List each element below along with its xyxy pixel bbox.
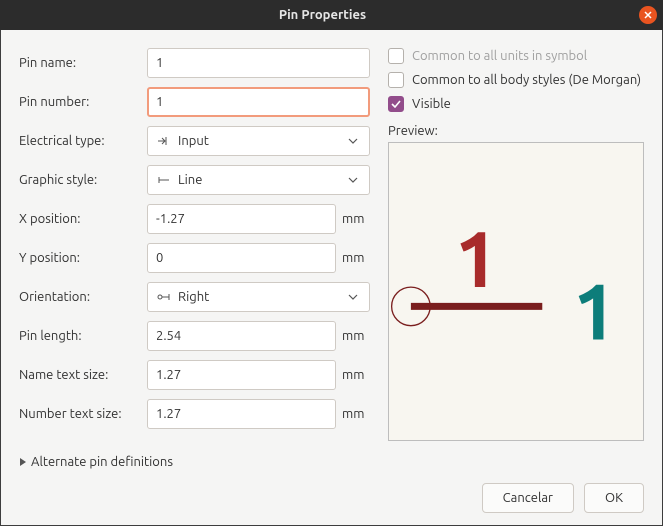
name-text-size-unit: mm	[342, 368, 370, 382]
electrical-type-label: Electrical type:	[19, 134, 141, 148]
close-button[interactable]	[639, 6, 657, 24]
line-style-icon	[156, 174, 172, 186]
graphic-style-label: Graphic style:	[19, 173, 141, 187]
graphic-style-value: Line	[178, 173, 339, 187]
y-position-unit: mm	[342, 251, 370, 265]
y-position-input[interactable]	[147, 243, 336, 273]
pin-number-input[interactable]	[147, 87, 370, 117]
titlebar: Pin Properties	[0, 0, 663, 30]
y-position-label: Y position:	[19, 251, 141, 265]
common-units-label: Common to all units in symbol	[412, 49, 587, 63]
chevron-down-icon	[345, 138, 361, 144]
chevron-down-icon	[345, 294, 361, 300]
number-text-size-unit: mm	[342, 407, 370, 421]
electrical-type-combo[interactable]: Input	[147, 126, 370, 156]
pin-length-input[interactable]	[147, 321, 336, 351]
name-text-size-input[interactable]	[147, 360, 336, 390]
x-position-label: X position:	[19, 212, 141, 226]
x-position-unit: mm	[342, 212, 370, 226]
visible-label: Visible	[412, 97, 451, 111]
pin-name-label: Pin name:	[19, 56, 141, 70]
preview-name: 1	[573, 267, 617, 355]
check-icon	[391, 100, 401, 108]
number-text-size-label: Number text size:	[19, 407, 141, 421]
dialog-content: Pin name: Pin number: Electrical type: I…	[0, 30, 663, 526]
orientation-right-icon	[156, 292, 172, 302]
x-position-input[interactable]	[147, 204, 336, 234]
cancel-button[interactable]: Cancelar	[482, 483, 574, 513]
visible-checkbox[interactable]	[388, 96, 404, 112]
orientation-value: Right	[178, 290, 339, 304]
common-body-label: Common to all body styles (De Morgan)	[412, 73, 641, 87]
window-title: Pin Properties	[6, 8, 639, 22]
common-body-checkbox[interactable]	[388, 72, 404, 88]
triangle-right-icon	[19, 457, 27, 467]
preview-svg: 1 1	[389, 143, 643, 440]
ok-button[interactable]: OK	[584, 483, 644, 513]
dialog-footer: Cancelar OK	[19, 483, 644, 513]
preview-box: 1 1	[388, 142, 644, 441]
preview-number: 1	[454, 214, 498, 302]
graphic-style-combo[interactable]: Line	[147, 165, 370, 195]
alternate-pin-label: Alternate pin definitions	[31, 455, 173, 469]
input-type-icon	[156, 135, 172, 147]
orientation-label: Orientation:	[19, 290, 141, 304]
form-column: Pin name: Pin number: Electrical type: I…	[19, 48, 370, 441]
pin-length-unit: mm	[342, 329, 370, 343]
pin-number-label: Pin number:	[19, 95, 141, 109]
alternate-pin-expander[interactable]: Alternate pin definitions	[19, 455, 644, 469]
electrical-type-value: Input	[178, 134, 339, 148]
pin-length-label: Pin length:	[19, 329, 141, 343]
preview-label: Preview:	[388, 124, 644, 138]
pin-name-input[interactable]	[147, 48, 370, 78]
name-text-size-label: Name text size:	[19, 368, 141, 382]
chevron-down-icon	[345, 177, 361, 183]
number-text-size-input[interactable]	[147, 399, 336, 429]
common-units-checkbox[interactable]	[388, 48, 404, 64]
close-icon	[643, 10, 653, 20]
right-column: Common to all units in symbol Common to …	[388, 48, 644, 441]
orientation-combo[interactable]: Right	[147, 282, 370, 312]
